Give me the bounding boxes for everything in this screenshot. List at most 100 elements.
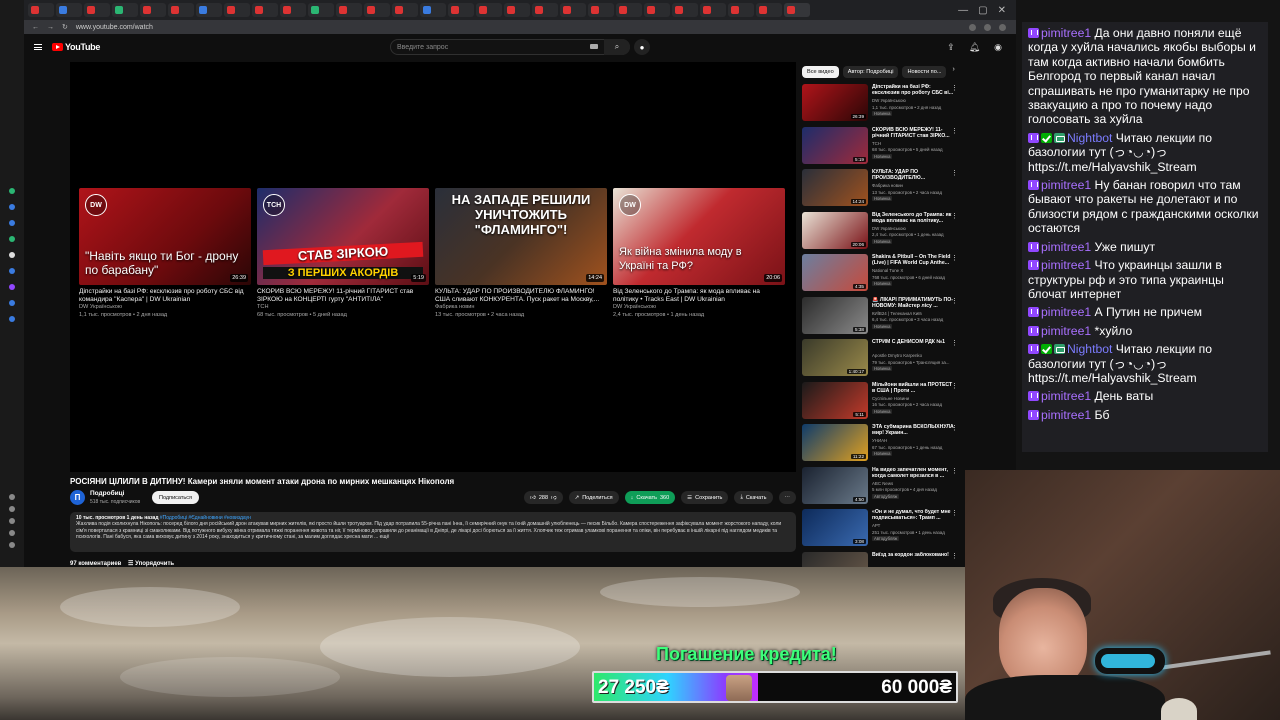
recommended-channel[interactable]: ТСН [872, 141, 881, 146]
chat-username[interactable]: pimitree1 [1041, 408, 1091, 422]
chat-username[interactable]: pimitree1 [1041, 389, 1091, 403]
browser-tab[interactable] [504, 3, 530, 17]
browser-tab[interactable] [168, 3, 194, 17]
extension-icon[interactable] [969, 23, 976, 31]
chat-username[interactable]: pimitree1 [1041, 258, 1091, 272]
browser-tab[interactable] [420, 3, 446, 17]
browser-tab[interactable] [756, 3, 782, 17]
close-icon[interactable]: ✕ [998, 5, 1006, 16]
back-icon[interactable]: ← [32, 24, 39, 31]
browser-tab[interactable] [784, 3, 810, 17]
endscreen-card[interactable]: ТСН СТАВ ЗІРКОЮ З ПЕРШИХ АКОРДІВ 5:19 СКОРИВ… [257, 188, 429, 319]
video-thumbnail[interactable]: ТСН СТАВ ЗІРКОЮ З ПЕРШИХ АКОРДІВ 5:19 [257, 188, 429, 285]
taskbar-app-icon[interactable] [9, 284, 15, 290]
card-channel[interactable]: DW Українською [613, 304, 785, 312]
video-thumbnail[interactable]: 1:40:17 [802, 339, 868, 376]
filter-chip[interactable]: Все видео [802, 66, 839, 78]
browser-tab[interactable] [588, 3, 614, 17]
more-actions-button[interactable]: ⋯ [778, 491, 796, 504]
browser-tab[interactable] [700, 3, 726, 17]
share-button[interactable]: ↗ Поделиться [568, 491, 619, 504]
recommended-video[interactable]: 4:50 На видео запечатлен момент, когда са… [802, 466, 958, 510]
browser-tab[interactable] [728, 3, 754, 17]
quality-select[interactable]: 360 [660, 495, 669, 501]
save-button[interactable]: ☰ Сохранить [681, 491, 729, 504]
browser-tab[interactable] [392, 3, 418, 17]
card-title[interactable]: СКОРИВ ВСЮ МЕРЕЖУ! 11-річний ГІТАРИСТ ст… [257, 288, 429, 304]
recommended-channel[interactable]: DW Українською [872, 98, 906, 103]
video-thumbnail[interactable]: 5:19 [802, 126, 868, 164]
more-vert-icon[interactable]: ⋮ [951, 127, 958, 135]
more-vert-icon[interactable]: ⋮ [951, 254, 958, 262]
browser-tab[interactable] [280, 3, 306, 17]
description-more-link[interactable]: ещё [380, 534, 390, 540]
more-vert-icon[interactable]: ⋮ [951, 339, 958, 347]
recommended-title[interactable]: ЭТА субмарина ВСКОЛЫХНУЛА мир! Украин... [872, 424, 956, 437]
search-button[interactable]: ⌕ [604, 39, 630, 55]
card-channel[interactable]: Фабрика новин [435, 304, 607, 312]
recommended-title[interactable]: КУЛЬТА: УДАР ПО ПРОИЗВОДИТЕЛЮ... [872, 169, 956, 182]
recommended-video[interactable]: 20:06 Від Зеленського до Трампа: як мода … [802, 211, 958, 255]
taskbar-app-icon[interactable] [9, 236, 15, 242]
browser-tab[interactable] [560, 3, 586, 17]
chat-username[interactable]: Nightbot [1067, 342, 1112, 356]
reload-icon[interactable]: ↻ [62, 23, 68, 31]
browser-tab[interactable] [336, 3, 362, 17]
hamburger-menu-icon[interactable] [34, 44, 42, 50]
video-thumbnail[interactable] [802, 551, 868, 567]
video-thumbnail[interactable]: DW Як війна змінила моду в Україні та РФ?… [613, 188, 785, 285]
recommended-video[interactable]: 5:11 Мільйони вийшли на ПРОТЕСТ в США | П… [802, 381, 958, 425]
taskbar-app-icon[interactable] [9, 252, 15, 258]
voice-search-button[interactable]: ● [634, 39, 650, 55]
recommended-title[interactable]: Від Зеленського до Трампа: як мода вплив… [872, 212, 956, 225]
more-vert-icon[interactable]: ⋮ [951, 467, 958, 475]
recommended-channel[interactable]: Фабрика новин [872, 183, 903, 188]
description-box[interactable]: 10 тыс. просмотров 1 день назад #Подроби… [70, 512, 796, 552]
video-thumbnail[interactable]: 14:24 [802, 169, 868, 206]
recommended-channel[interactable]: АРТ [872, 523, 880, 528]
card-title[interactable]: Діпстрайки на базі РФ: ексклюзив про роб… [79, 288, 251, 304]
chat-username[interactable]: pimitree1 [1041, 240, 1091, 254]
recommended-channel[interactable]: КИЇВ24 | Телеканал Київ [872, 311, 922, 316]
endscreen-card[interactable]: DW "Навіть якщо ти Бог - дрону по барабан… [79, 188, 251, 319]
card-title[interactable]: КУЛЬТА: УДАР ПО ПРОИЗВОДИТЕЛЮ ФЛАМИНГО! … [435, 288, 607, 304]
more-vert-icon[interactable]: ⋮ [951, 552, 958, 560]
recommended-video[interactable]: 5:19 СКОРИВ ВСЮ МЕРЕЖУ! 11-річний ГІТАРИС… [802, 126, 958, 170]
like-button[interactable]: 👍︎ 288 👎︎ [524, 491, 563, 504]
more-vert-icon[interactable]: ⋮ [951, 424, 958, 432]
card-channel[interactable]: DW Українською [79, 304, 251, 312]
endscreen-card[interactable]: НА ЗАПАДЕ РЕШИЛИ УНИЧТОЖИТЬ "ФЛАМИНГО"! 1… [435, 188, 607, 319]
recommended-title[interactable]: СКОРИВ ВСЮ МЕРЕЖУ! 11-річний ГІТАРИСТ ст… [872, 127, 956, 140]
extension-icon[interactable] [984, 23, 991, 31]
taskbar-tray-icon[interactable] [9, 494, 15, 500]
video-thumbnail[interactable]: 5:11 [802, 381, 868, 419]
recommended-video[interactable]: 3:08 «Он и не думал, что будет мне подпис… [802, 509, 958, 552]
video-player[interactable]: DW "Навіть якщо ти Бог - дрону по барабан… [70, 62, 796, 472]
recommended-title[interactable]: 🚨 ЛІКАРІ ПРИЙМАТИМУТЬ ПО-НОВОМУ: Майстер… [872, 297, 956, 310]
channel-name[interactable]: Подробиці [90, 490, 124, 497]
taskbar-app-icon[interactable] [9, 220, 15, 226]
recommended-video[interactable]: 5:38 🚨 ЛІКАРІ ПРИЙМАТИМУТЬ ПО-НОВОМУ: Май… [802, 296, 958, 340]
channel-avatar[interactable]: П [70, 490, 85, 505]
taskbar-tray-icon[interactable] [9, 542, 15, 548]
address-bar[interactable]: ← → ↻ www.youtube.com/watch [24, 20, 1016, 34]
chevron-right-icon[interactable]: › [952, 66, 954, 78]
recommended-video[interactable]: 14:24 КУЛЬТА: УДАР ПО ПРОИЗВОДИТЕЛЮ... Фаб… [802, 169, 958, 212]
profile-icon[interactable] [999, 23, 1006, 31]
browser-tab[interactable] [448, 3, 474, 17]
video-thumbnail[interactable]: НА ЗАПАДЕ РЕШИЛИ УНИЧТОЖИТЬ "ФЛАМИНГО"! 1… [435, 188, 607, 285]
taskbar-tray-icon[interactable] [9, 530, 15, 536]
chat-username[interactable]: pimitree1 [1041, 178, 1091, 192]
taskbar-app-icon[interactable] [9, 316, 15, 322]
more-vert-icon[interactable]: ⋮ [951, 509, 958, 517]
browser-tab[interactable] [56, 3, 82, 17]
filter-chip[interactable]: Автор: Подробиці [842, 66, 899, 78]
taskbar-app-icon[interactable] [9, 204, 15, 210]
browser-tab[interactable] [224, 3, 250, 17]
endscreen-card[interactable]: DW Як війна змінила моду в Україні та РФ?… [613, 188, 785, 319]
recommended-channel[interactable]: Суспільне Новини [872, 396, 909, 401]
video-thumbnail[interactable]: 26:39 [802, 84, 868, 121]
card-title[interactable]: Від Зеленського до Трампа: як мода вплив… [613, 288, 785, 304]
browser-tab[interactable] [616, 3, 642, 17]
filter-chip[interactable]: Новости по... [902, 66, 947, 78]
